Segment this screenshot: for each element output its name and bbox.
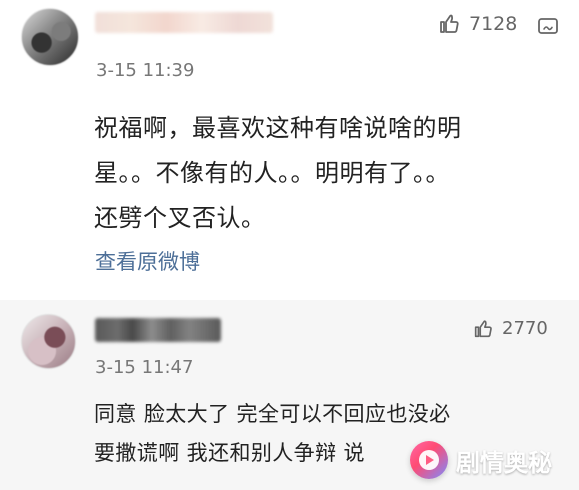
username-blurred[interactable] bbox=[95, 318, 221, 342]
comment-text-line: 要撒谎啊 我还和别人争辩 说 bbox=[94, 441, 365, 465]
comment-time: 3-15 11:39 bbox=[96, 60, 195, 81]
more-icon[interactable] bbox=[536, 14, 560, 38]
like-count: 7128 bbox=[469, 12, 518, 35]
comment-text: 祝福啊，最喜欢这种有啥说啥的明 星。。不像有的人。。明明有了。。 还劈个叉否认。 bbox=[94, 106, 462, 241]
watermark-label: 剧情奥秘 bbox=[456, 448, 552, 477]
comment-text-line: 祝福啊，最喜欢这种有啥说啥的明 bbox=[94, 114, 462, 142]
comment-text: 同意 脸太大了 完全可以不回应也没必 要撒谎啊 我还和别人争辩 说 bbox=[94, 395, 451, 473]
comment-text-line: 同意 脸太大了 完全可以不回应也没必 bbox=[94, 402, 451, 426]
comment-text-line: 星。。不像有的人。。明明有了。。 bbox=[94, 159, 450, 187]
view-original-link[interactable]: 查看原微博 bbox=[95, 252, 200, 273]
username-blurred[interactable] bbox=[95, 12, 273, 33]
avatar[interactable] bbox=[21, 314, 76, 369]
comment-time: 3-15 11:47 bbox=[95, 357, 194, 378]
like-button[interactable]: 7128 bbox=[437, 12, 517, 36]
watermark: 剧情奥秘 bbox=[410, 441, 552, 479]
comment-text-line: 还劈个叉否认。 bbox=[94, 204, 266, 232]
play-logo-icon bbox=[410, 441, 448, 479]
thumbs-up-icon bbox=[437, 12, 461, 36]
thumbs-up-icon bbox=[472, 318, 494, 340]
like-count: 2770 bbox=[502, 318, 548, 339]
avatar[interactable] bbox=[21, 8, 79, 66]
like-button[interactable]: 2770 bbox=[472, 318, 548, 340]
